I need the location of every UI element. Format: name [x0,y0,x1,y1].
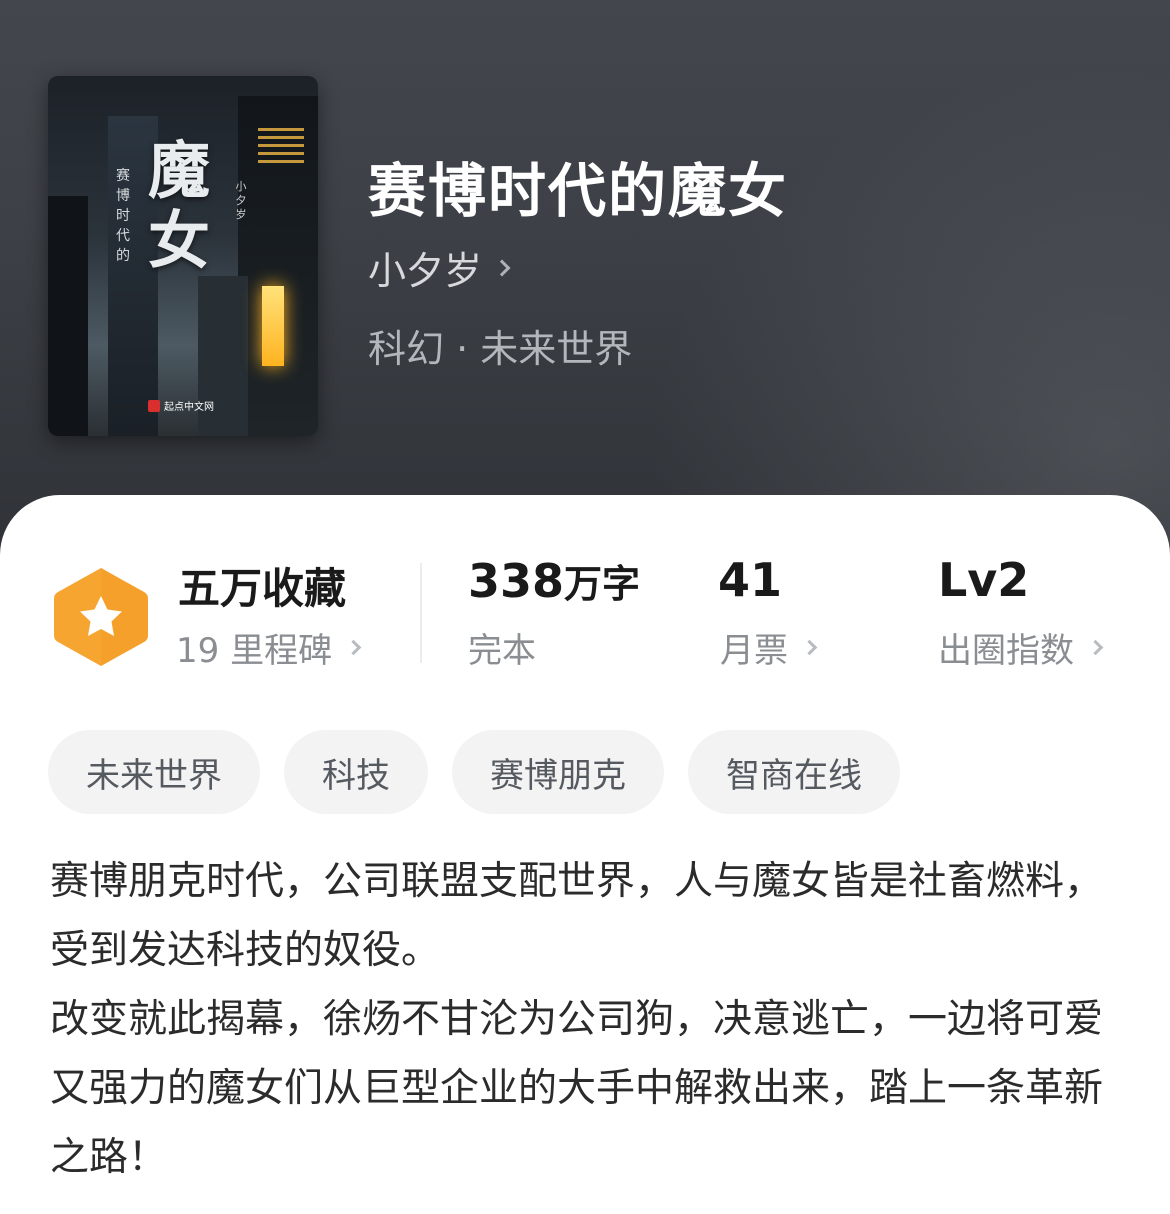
milestone-link[interactable]: 19 里程碑 [176,623,362,672]
completion-status: 完本 [468,623,536,672]
book-info-card: 五万收藏 19 里程碑 338万字 完本 41 月票 Lv2 出圈指数 未来世界… [0,495,1170,1214]
monthly-tickets-link[interactable]: 月票 [720,623,818,672]
milestone-label: 19 里程碑 [176,631,333,671]
author-name: 小夕岁 [368,249,483,293]
cover-subtitle: 赛博时代的 [116,168,130,264]
monthly-tickets-number: 41 [718,553,783,607]
word-count-number: 338 [468,554,565,608]
collections-value: 五万收藏 [178,564,347,613]
chevron-right-icon [1087,639,1104,656]
tag-chip[interactable]: 科技 [284,730,428,814]
cover-pagoda [258,128,304,164]
completion-label: 完本 [468,631,536,671]
tag-chip[interactable]: 未来世界 [48,730,260,814]
book-header: 赛博时代的 魔 女 小夕岁 起点中文网 赛博时代的魔女 小夕岁 科幻 · 未来世… [0,0,1170,560]
monthly-tickets-value: 41 [718,553,782,607]
word-count-unit: 万字 [564,562,641,606]
tag-list: 未来世界 科技 赛博朋克 智商在线 [48,730,900,814]
cover-window-glow [262,286,284,366]
chevron-right-icon [345,639,362,656]
cover-publisher: 起点中文网 [148,398,214,413]
chevron-right-icon [493,259,511,276]
publisher-name: 起点中文网 [164,402,214,413]
book-cover[interactable]: 赛博时代的 魔 女 小夕岁 起点中文网 [48,76,318,436]
book-description[interactable]: 赛博朋克时代，公司联盟支配世界，人与魔女皆是社畜燃料，受到发达科技的奴役。 改变… [50,847,1125,1192]
popularity-index-value: Lv2 [938,553,1029,607]
monthly-tickets-label: 月票 [720,631,788,671]
tag-chip[interactable]: 智商在线 [688,730,900,814]
star-badge-icon [54,568,148,666]
cover-title-line: 魔 [147,134,210,207]
publisher-logo-icon [148,399,160,412]
chevron-right-icon [801,639,818,656]
description-paragraph: 赛博朋克时代，公司联盟支配世界，人与魔女皆是社畜燃料，受到发达科技的奴役。 [50,859,1104,973]
cover-author: 小夕岁 [235,180,247,221]
book-title: 赛博时代的魔女 [368,157,789,225]
cover-building [48,196,88,436]
cover-title: 魔 女 [144,136,214,276]
author-link[interactable]: 小夕岁 [368,240,511,295]
stat-divider [420,563,422,663]
popularity-index-link[interactable]: 出圈指数 [938,623,1104,672]
book-genre: 科幻 · 未来世界 [368,327,633,371]
word-count: 338万字 [468,553,640,608]
tag-chip[interactable]: 赛博朋克 [452,730,664,814]
popularity-index-level: Lv2 [938,553,1030,607]
popularity-index-label: 出圈指数 [938,631,1074,671]
description-paragraph: 改变就此揭幕，徐炀不甘沦为公司狗，决意逃亡，一边将可爱又强力的魔女们从巨型企业的… [50,997,1104,1180]
cover-title-line: 女 [147,204,210,277]
